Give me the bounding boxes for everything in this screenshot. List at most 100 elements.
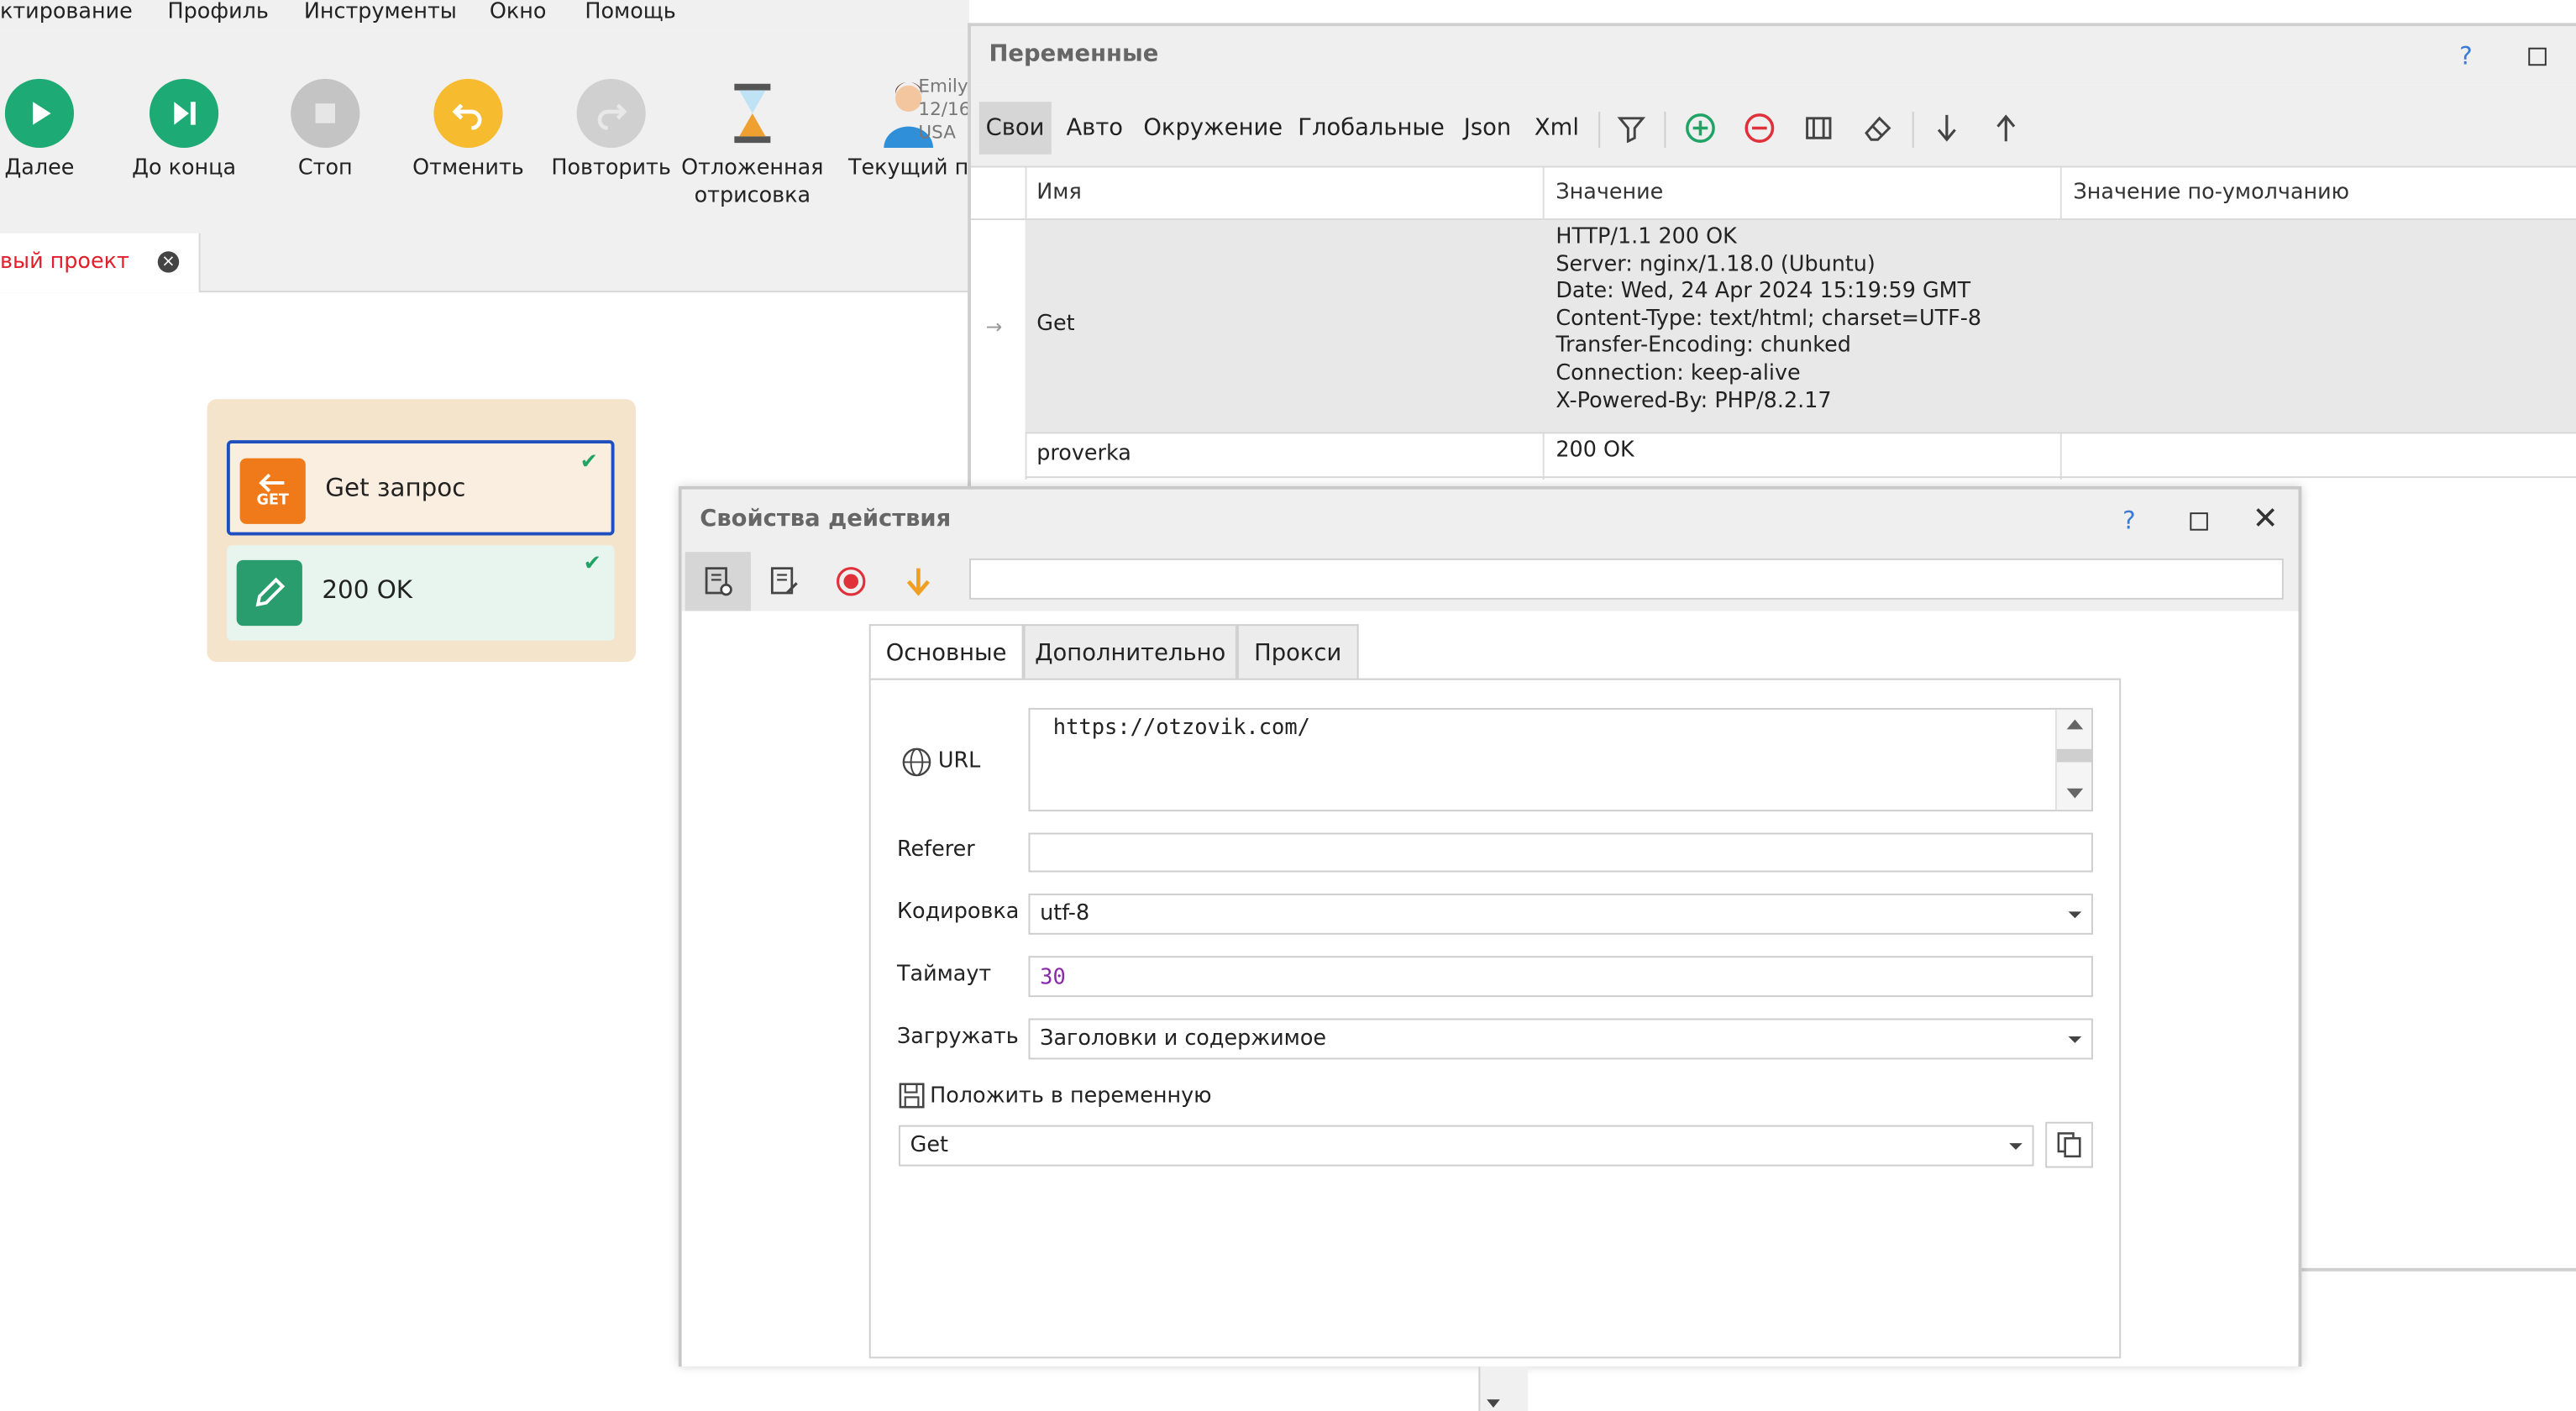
export-icon[interactable] (1986, 108, 2026, 148)
dialog-toolbar (681, 552, 2299, 611)
tab-environment[interactable]: Окружение (1143, 102, 1283, 155)
stop-icon (291, 78, 360, 149)
load-select[interactable]: Заголовки и содержимое (1028, 1018, 2093, 1060)
action-set-variable[interactable]: 200 OK ✔ (226, 545, 615, 641)
encoding-value: utf-8 (1040, 901, 1090, 927)
scroll-down-icon[interactable] (2066, 788, 2084, 799)
menu-edit[interactable]: ктирование (0, 0, 133, 24)
tab-main[interactable]: Основные (868, 624, 1024, 682)
chevron-down-icon (2009, 1142, 2023, 1150)
chevron-down-icon (2068, 1036, 2082, 1042)
value-line: HTTP/1.1 200 OK (1556, 224, 1737, 250)
next-label: Далее (4, 155, 75, 181)
url-input[interactable]: https://otzovik.com/ (1028, 707, 2093, 812)
get-request-icon: GET (239, 458, 306, 524)
action-get-request[interactable]: GET Get запрос ✔ (226, 440, 615, 536)
column-name[interactable]: Имя (1036, 181, 1082, 205)
import-icon[interactable] (1927, 108, 1966, 148)
menu-help[interactable]: Помощь (585, 0, 675, 24)
maximize-icon[interactable] (2190, 512, 2208, 531)
help-icon[interactable]: ? (2459, 41, 2473, 71)
url-scrollbar[interactable] (2054, 709, 2091, 810)
tab-advanced[interactable]: Дополнительно (1023, 624, 1237, 680)
value-line: Transfer-Encoding: chunked (1556, 333, 1851, 359)
action-properties-dialog: Свойства действия ? ✕ Основные Дополните… (678, 485, 2302, 1367)
stop-label: Стоп (297, 155, 353, 181)
copy-button[interactable] (2045, 1121, 2093, 1168)
profile-info: Emily 12/16 USA (918, 76, 970, 144)
app-window: ктирование Профиль Инструменты Окно Помо… (0, 0, 2576, 1411)
value-line: Date: Wed, 24 Apr 2024 15:19:59 GMT (1556, 279, 1971, 305)
arrow-down-icon[interactable] (885, 552, 951, 611)
close-icon[interactable]: ✕ (2253, 501, 2279, 537)
referer-label: Referer (896, 837, 975, 863)
run-to-end-label: До конца (132, 155, 237, 181)
variable-name: proverka (1036, 442, 1131, 467)
chevron-down-icon (2068, 910, 2082, 918)
tab-auto[interactable]: Авто (1066, 102, 1123, 155)
menu-window[interactable]: Окно (490, 0, 547, 24)
current-profile-label: Текущий п (847, 155, 969, 181)
encoding-select[interactable]: utf-8 (1028, 893, 2093, 935)
scrollbar-bottom[interactable] (1478, 1366, 1529, 1411)
project-tab-label: вый проект (0, 249, 129, 275)
tab-own[interactable]: Свои (978, 102, 1052, 155)
record-icon[interactable] (818, 552, 884, 611)
tab-xml[interactable]: Xml (1535, 102, 1579, 155)
timeout-label: Таймаут (896, 963, 992, 988)
scroll-thumb[interactable] (2056, 748, 2091, 763)
url-value: https://otzovik.com/ (1052, 716, 1311, 742)
column-default[interactable]: Значение по-умолчанию (2073, 181, 2349, 205)
column-value[interactable]: Значение (1556, 181, 1663, 205)
copy-icon (2055, 1130, 2085, 1167)
variables-title-bar: Переменные ? (970, 26, 2576, 86)
scroll-up-icon[interactable] (2066, 719, 2084, 730)
maximize-icon[interactable] (2528, 47, 2547, 66)
help-icon[interactable]: ? (2122, 506, 2136, 535)
undo-icon (433, 78, 503, 149)
project-tabstrip: вый проект × (0, 220, 970, 293)
menu-tools[interactable]: Инструменты (304, 0, 457, 24)
table-row[interactable]: proverka 200 OK (1025, 433, 2576, 479)
properties-view-icon[interactable] (685, 552, 751, 611)
referer-input[interactable] (1028, 832, 2093, 873)
dialog-title-bar: Свойства действия ? ✕ (681, 489, 2299, 553)
undo-label: Отменить (412, 155, 524, 181)
filter-icon[interactable] (1612, 108, 1651, 148)
load-label: Загружать (896, 1025, 1019, 1050)
add-variable-icon[interactable] (1681, 108, 1720, 148)
notes-icon[interactable] (751, 552, 816, 611)
variable-value: HTTP/1.1 200 OK Server: nginx/1.18.0 (Ub… (1556, 225, 1981, 416)
project-tab[interactable]: вый проект × (0, 233, 201, 293)
save-to-variable-value: Get (910, 1133, 948, 1158)
profile-name: Emily (918, 75, 968, 97)
variables-title: Переменные (989, 40, 1159, 68)
menu-profile[interactable]: Профиль (168, 0, 269, 24)
action-group[interactable]: GET Get запрос ✔ 200 OK ✔ (207, 399, 636, 663)
close-icon[interactable]: × (157, 251, 180, 273)
menu-bar: ктирование Профиль Инструменты Окно Помо… (0, 0, 970, 30)
variables-grid-header: Имя Значение Значение по-умолчанию (970, 167, 2576, 221)
hourglass-icon (718, 79, 787, 148)
dialog-title: Свойства действия (700, 506, 952, 532)
value-line: Connection: keep-alive (1556, 361, 1801, 386)
table-row[interactable]: Get HTTP/1.1 200 OK Server: nginx/1.18.0… (1025, 220, 2576, 434)
timeout-input[interactable]: 30 (1028, 956, 2093, 998)
value-line: X-Powered-By: PHP/8.2.17 (1556, 388, 1832, 413)
scroll-down-icon[interactable] (1487, 1399, 1500, 1408)
value-line: Content-Type: text/html; charset=UTF-8 (1556, 307, 1982, 332)
eraser-icon[interactable] (1858, 108, 1897, 148)
toolbar-divider (1598, 111, 1601, 149)
load-value: Заголовки и содержимое (1040, 1026, 1327, 1052)
save-floppy-icon (899, 1083, 925, 1115)
tab-json[interactable]: Json (1464, 102, 1511, 155)
tab-global[interactable]: Глобальные (1298, 102, 1445, 155)
save-to-variable-select[interactable]: Get (898, 1125, 2034, 1167)
globe-icon (900, 746, 933, 785)
action-name-input[interactable] (969, 558, 2284, 600)
action-title: 200 OK (322, 574, 413, 605)
column-icon[interactable] (1799, 108, 1839, 148)
play-icon (4, 78, 75, 149)
remove-variable-icon[interactable] (1739, 108, 1779, 148)
tab-proxy[interactable]: Прокси (1236, 624, 1359, 680)
